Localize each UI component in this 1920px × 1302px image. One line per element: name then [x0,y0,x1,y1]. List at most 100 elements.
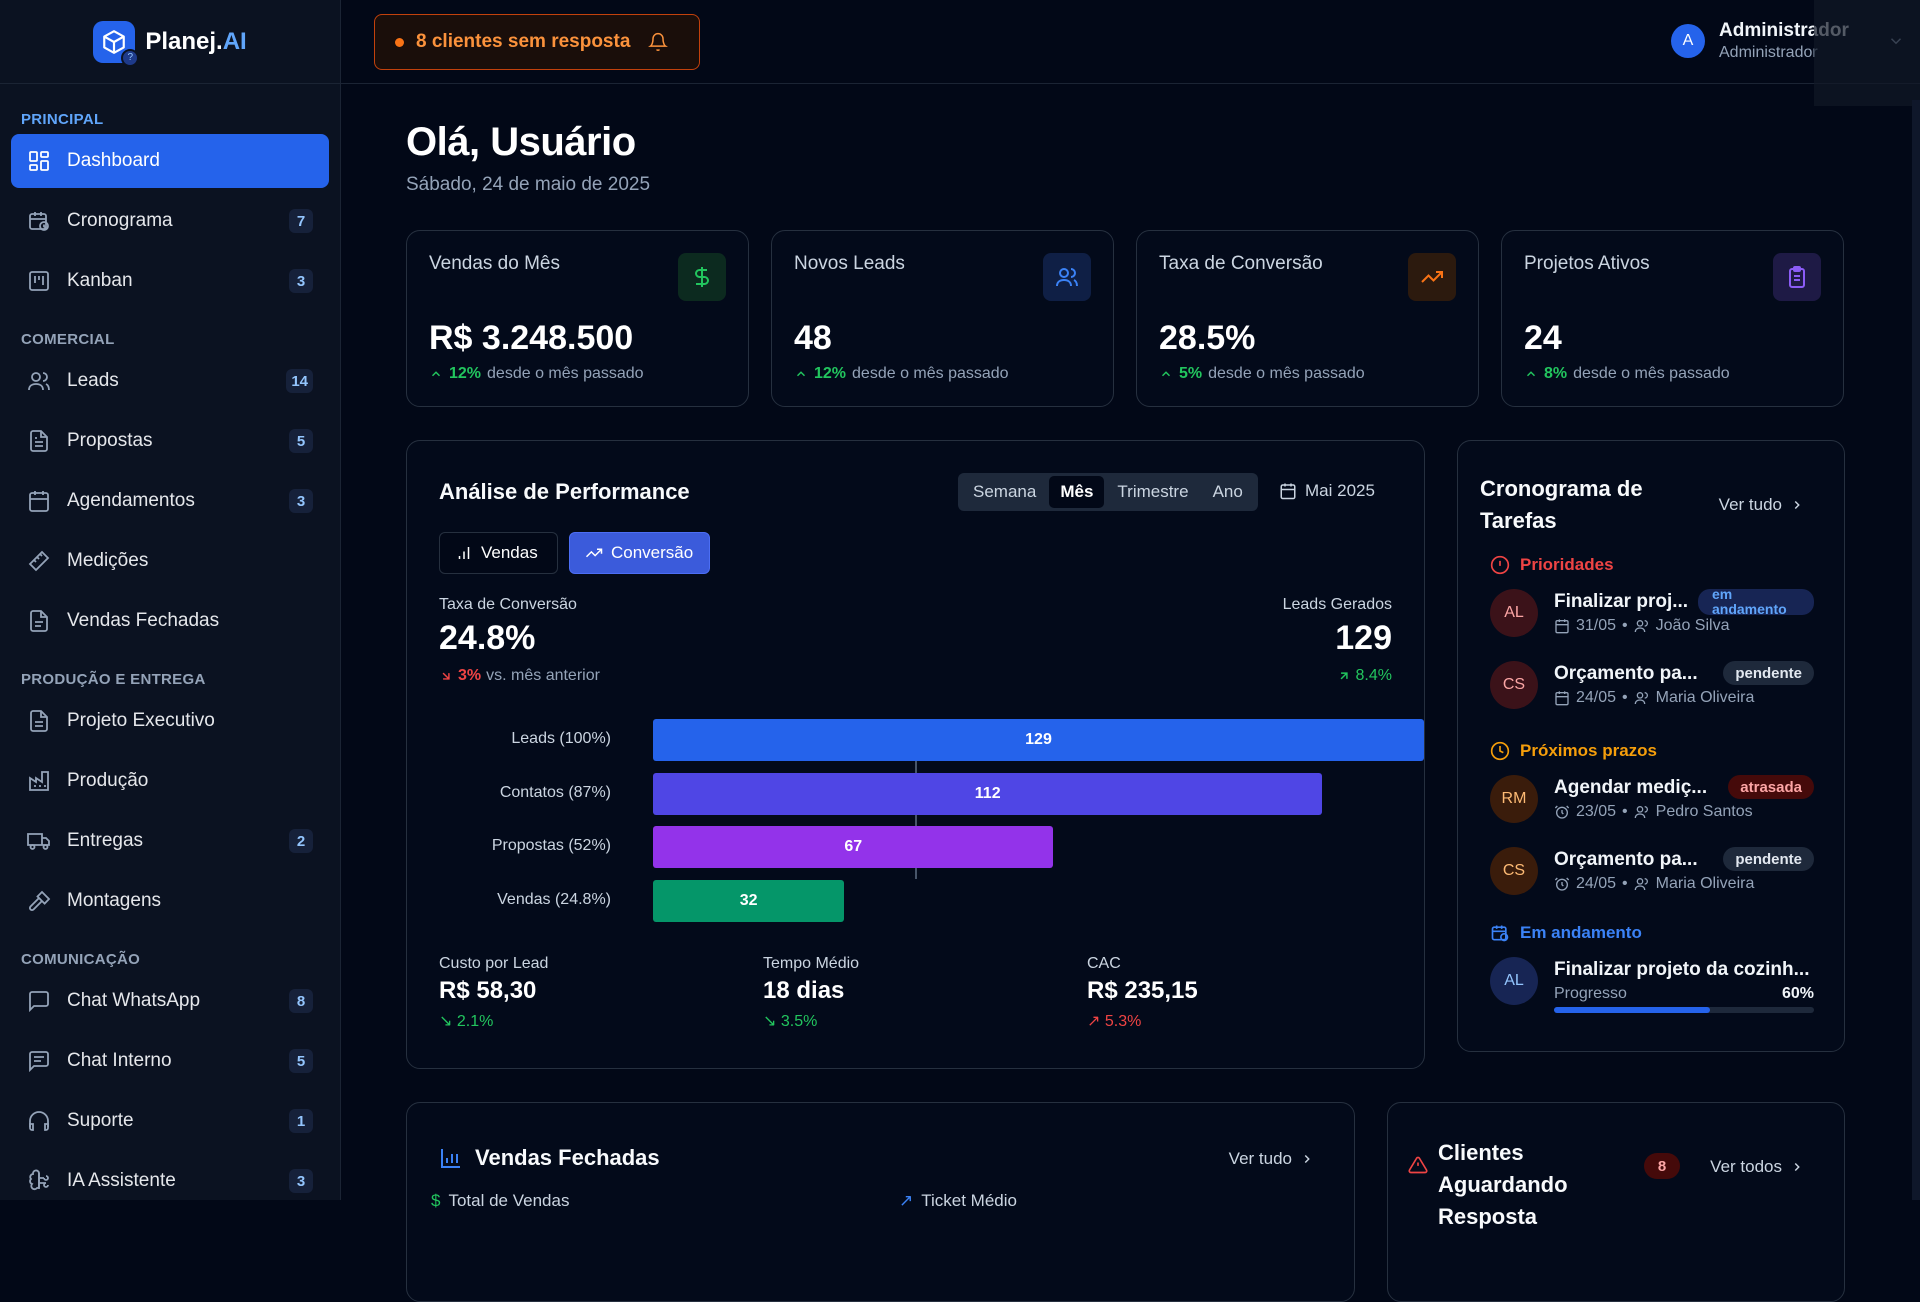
section-comunicacao: COMUNICAÇÃO [21,951,141,968]
delta-text: vs. mês anterior [486,667,600,684]
stat-delta: 12% [449,365,482,382]
funnel-row: Vendas (24.8%) 32 [439,879,1393,922]
dashboard-icon [29,151,49,171]
users-icon [1634,806,1648,819]
task-item[interactable]: CS Orçamento pa... 24/05 • Maria Oliveira… [1490,659,1814,713]
metric-value: R$ 58,30 [439,977,537,1004]
metric-delta: ↘ 3.5% [763,1013,818,1030]
task-title: Finalizar proj... [1554,591,1689,612]
sidebar-item-label: Medições [67,550,149,571]
sidebar-item-vendas-fechadas[interactable]: Vendas Fechadas [11,594,329,648]
tab-vendas[interactable]: Vendas [439,532,558,574]
progress-fill [1554,1007,1710,1013]
schedule-panel: Cronograma de Tarefas Ver tudo Prioridad… [1457,440,1845,1052]
sidebar-item-producao[interactable]: Produção [11,754,329,808]
status-badge: em andamento [1698,587,1814,617]
sidebar-item-montagens[interactable]: Montagens [11,874,329,928]
period-mes[interactable]: Mês [1049,476,1105,508]
scrollbar[interactable] [1912,100,1920,1200]
funnel-bar[interactable]: 129 [653,719,1424,761]
funnel-bar[interactable]: 112 [653,772,1323,815]
sidebar-item-label: Leads [67,370,119,391]
metric-label: CAC [1087,955,1121,972]
stat-delta: 12% [814,365,847,382]
task-meta: 31/05 • João Silva [1554,617,1729,635]
count-badge: 3 [289,1169,313,1193]
sidebar-item-chat-whatsapp[interactable]: Chat WhatsApp 8 [11,974,329,1028]
sidebar-item-propostas[interactable]: Propostas 5 [11,414,329,468]
users-icon [1634,692,1648,705]
conversion-label: Taxa de Conversão [439,596,577,613]
sidebar-item-agendamentos[interactable]: Agendamentos 3 [11,474,329,528]
see-all-link[interactable]: Ver todos [1710,1157,1804,1177]
month-picker[interactable]: Mai 2025 [1279,481,1375,501]
chevron-up-icon [1526,371,1536,377]
metric-label: Tempo Médio [763,955,860,972]
task-title: Agendar mediç... [1554,777,1708,798]
period-ano[interactable]: Ano [1202,476,1254,508]
sidebar-item-label: Cronograma [67,210,173,231]
sidebar-item-medicoes[interactable]: Medições [11,534,329,588]
metric-delta: ↘ 2.1% [439,1013,494,1030]
period-semana[interactable]: Semana [962,476,1047,508]
period-selector: Semana Mês Trimestre Ano [958,473,1258,511]
sidebar-item-kanban[interactable]: Kanban 3 [11,254,329,308]
progress-bar [1554,1007,1814,1013]
sidebar-item-entregas[interactable]: Entregas 2 [11,814,329,868]
metric-value: 18 dias [763,977,845,1004]
month-label: Mai 2025 [1305,481,1375,500]
arrow-up-right-icon [1340,672,1348,680]
see-all-link[interactable]: Ver tudo [1229,1149,1314,1169]
funnel-bar[interactable]: 67 [653,826,1054,868]
calendar-icon [29,491,49,512]
see-all-link[interactable]: Ver tudo [1719,495,1804,515]
sidebar-item-dashboard[interactable]: Dashboard [11,134,329,188]
page-title: Olá, Usuário [406,120,636,164]
task-meta: 24/05 • Maria Oliveira [1554,689,1754,707]
chevron-right-icon [1794,500,1800,510]
unanswered-clients-alert[interactable]: 8 clientes sem resposta [374,14,700,70]
progress-percent: 60% [1781,985,1814,1002]
task-item[interactable]: RM Agendar mediç... 23/05 • Pedro Santos … [1490,773,1814,827]
funnel-bar[interactable]: 32 [653,879,845,922]
group-em-andamento: Em andamento [1490,923,1642,943]
panel-title: Clientes Aguardando Resposta [1438,1140,1568,1229]
trending-up-icon [1408,253,1456,301]
alert-text: 8 clientes sem resposta [416,31,631,52]
task-item[interactable]: AL Finalizar projeto da cozinh... Progre… [1490,955,1814,1015]
stat-card-vendas: Vendas do Mês R$ 3.248.500 12% desde o mê… [406,230,749,407]
group-proximos-prazos: Próximos prazos [1490,741,1657,761]
alarm-clock-icon [1554,805,1570,819]
sidebar-item-chat-interno[interactable]: Chat Interno 5 [11,1034,329,1088]
metric-cpl: Custo por Lead R$ 58,30 ↘ 2.1% [439,955,548,1031]
stat-card-projetos: Projetos Ativos 24 8% desde o mês passado [1501,230,1844,407]
tab-conversao[interactable]: Conversão [569,532,710,574]
task-item[interactable]: CS Orçamento pa... 24/05 • Maria Oliveira… [1490,845,1814,899]
arrow-down-right-icon [442,672,450,680]
trending-up-icon [585,548,603,558]
sidebar-item-projeto-executivo[interactable]: Projeto Executivo [11,694,329,748]
task-item[interactable]: AL Finalizar proj... 31/05 • João Silva e… [1490,587,1814,641]
funnel-label: Propostas (52%) [491,837,611,854]
avatar: AL [1490,957,1538,1005]
chevron-up-icon [796,371,806,377]
logo[interactable]: ? Planej.AI [0,0,340,84]
conversion-delta: 3% vs. mês anterior [439,667,600,685]
stat-value: 28.5% [1159,319,1256,357]
count-badge: 3 [289,269,313,293]
sidebar-item-leads[interactable]: Leads 14 [11,354,329,408]
task-title: Orçamento pa... [1554,849,1698,870]
sidebar-item-cronograma[interactable]: Cronograma 7 [11,194,329,248]
bell-icon [648,32,669,52]
count-badge: 2 [289,829,313,853]
hammer-icon [29,890,51,911]
sidebar-item-suporte[interactable]: Suporte 1 [11,1094,329,1148]
sidebar: ? Planej.AI PRINCIPAL Dashboard Cronogra… [0,0,341,1200]
calendar-clock-icon [1491,925,1509,942]
task-meta: 24/05 • Maria Oliveira [1554,875,1754,893]
message-lines-icon [29,1051,49,1073]
period-trimestre[interactable]: Trimestre [1106,476,1199,508]
clipboard-icon [1773,253,1821,301]
file-check-icon [30,610,48,632]
task-meta: 23/05 • Pedro Santos [1554,803,1753,821]
